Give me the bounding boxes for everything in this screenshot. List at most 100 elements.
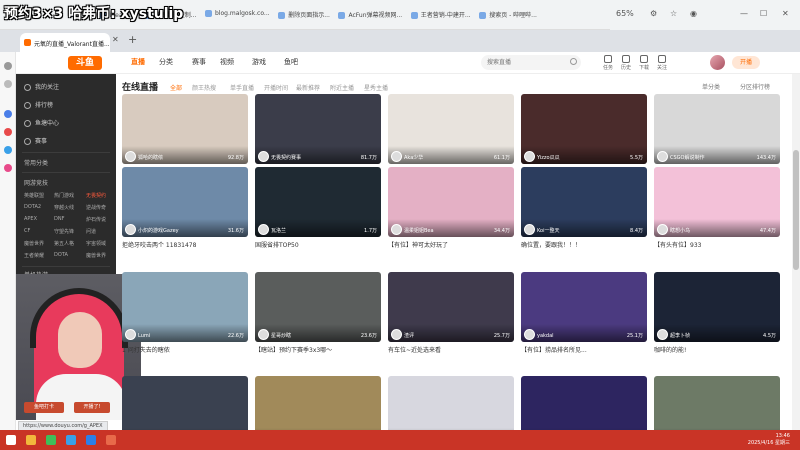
page-scrollbar-thumb[interactable] [793,150,799,270]
streamer-avatar[interactable] [391,151,402,162]
category-link[interactable]: 宇宙领域 [86,240,106,247]
streamer-avatar[interactable] [258,151,269,162]
streamer-avatar[interactable] [524,329,535,340]
category-link[interactable]: 第五人格 [54,240,74,247]
app-icon[interactable] [4,128,12,136]
app-icon[interactable] [4,146,12,154]
bookmark[interactable]: AcFun弹幕视频网... [338,10,402,19]
download-button[interactable]: 下载 [638,55,650,71]
filter-option[interactable]: 颜王热搜 [192,83,216,92]
category-link[interactable]: DOTA [54,252,68,258]
stream-card[interactable]: 狐哈的瞎侬92.8万【有车位】就那一个戳跟的爱绅 [122,94,248,176]
streamer-avatar[interactable] [524,224,535,235]
nav-esports[interactable]: 赛事 [192,57,206,67]
app-icon[interactable] [86,435,96,445]
streamer-avatar[interactable] [657,329,668,340]
streamer-avatar[interactable] [125,329,136,340]
stream-card[interactable]: CSGO解说制作143.4万晚点来没到到 [654,94,780,176]
stream-title[interactable]: 拒绝牙咬击两个 11831478 [122,240,248,249]
stream-title[interactable]: 确位置，要跟我！！！ [521,240,647,249]
extensions-icon[interactable]: ⚙ [650,9,657,18]
category-link[interactable]: 魔兽世界 [86,252,106,259]
nav-yuba[interactable]: 鱼吧 [284,57,298,67]
menu-fishpond[interactable]: 鱼塘中心 [24,118,59,127]
stream-thumbnail[interactable]: 狐哈的瞎侬 92.8万 [122,94,248,164]
search-input[interactable] [481,55,581,70]
stream-title[interactable]: 国服省排TOP50 [255,240,381,249]
category-link[interactable]: APEX [24,216,37,222]
stream-thumbnail[interactable]: 超李卜桢 4.5万 [654,272,780,342]
category-link[interactable]: DOTA2 [24,204,41,210]
category-link[interactable]: 王者荣耀 [24,252,44,259]
bookmark-icon[interactable] [4,80,12,88]
history-button[interactable]: 历史 [620,55,632,71]
streamer-avatar[interactable] [657,224,668,235]
bookmark[interactable]: 删除页面指示... [278,10,330,19]
stream-card[interactable]: Koi一整天 8.4万确位置，要跟我！！！ [521,167,647,249]
category-link[interactable]: 守望先锋 [54,228,74,235]
stream-thumbnail[interactable]: 无畏契约赛事 81.7万 [255,94,381,164]
nav-category[interactable]: 分类 [159,57,173,67]
live-reminder-button[interactable]: 开播了! [74,402,110,413]
stream-title[interactable]: 【瞎站】预约下赛季3x3哪～ [255,345,381,354]
category-link[interactable]: 穿越火线 [54,204,74,211]
stream-title[interactable]: 1 问打失去的瞎侬 [122,345,248,354]
app-icon[interactable] [4,164,12,172]
minimize-icon[interactable]: — [740,9,748,18]
yuba-checkin-button[interactable]: 鱼吧打卡 [24,402,64,413]
streamer-avatar[interactable] [258,329,269,340]
category-link[interactable]: 逆战传奇 [86,204,106,211]
stream-card[interactable]: 超李卜桢 4.5万咖啡的的能! [654,272,780,354]
streamer-avatar[interactable] [657,151,668,162]
stream-card[interactable]: 瓦洛兰 1.7万国服省排TOP50 [255,167,381,249]
avatar[interactable] [710,55,725,70]
category-link[interactable]: 热门游戏 [54,192,74,199]
bookmark[interactable]: 王者营销-中建开... [410,10,471,19]
zoom-level[interactable]: 65% [616,9,634,18]
folder-icon[interactable] [26,435,36,445]
stream-thumbnail[interactable]: 小炽的游戏Gazey 31.6万 [122,167,248,237]
filter-option[interactable]: 单手直播 [230,83,254,92]
stream-card[interactable]: 温柔姐姐Bea 34.4万 【有位】神可太好玩了 [388,167,514,249]
bookmark[interactable]: blog.malgosk.co... [205,10,270,17]
stream-card[interactable]: Aka少华61.1万本赛事的的到 [388,94,514,176]
stream-thumbnail[interactable]: 瓦洛兰 1.7万 [255,167,381,237]
browser-tab[interactable]: 元氧的直播_Valorant直播... [20,33,110,52]
menu-my-follow[interactable]: 我的关注 [24,82,59,91]
category-link[interactable]: 无畏契约 [86,192,106,199]
category-link[interactable]: 问道 [86,228,96,235]
stream-card[interactable]: 渣评 25.7万 有车位~近处选来看 [388,272,514,354]
stream-thumbnail[interactable]: Koi一整天 8.4万 [521,167,647,237]
streamer-avatar[interactable] [258,224,269,235]
stream-card[interactable]: Yizzo瓜瓜5.5万今天打打温馨 [521,94,647,176]
menu-rank[interactable]: 排行榜 [24,100,53,109]
stream-title[interactable]: 【有头有位】933 [654,240,780,249]
profile-icon[interactable]: ◉ [690,9,697,18]
tab-close-icon[interactable]: ✕ [112,35,119,44]
app-icon[interactable] [106,435,116,445]
streamer-avatar[interactable] [125,151,136,162]
filter-all[interactable]: 全部 [170,83,182,92]
category-link[interactable]: 英雄联盟 [24,192,44,199]
category-link[interactable]: 魔兽世界 [24,240,44,247]
browser-icon[interactable] [66,435,76,445]
stream-card[interactable]: 星哥炒瞎 23.6万 【瞎站】预约下赛季3x3哪～ [255,272,381,354]
filter-option[interactable]: 开播时间 [264,83,288,92]
filter-option[interactable]: 星秀主播 [364,83,388,92]
stream-title[interactable]: 咖啡的的能! [654,345,780,354]
stream-thumbnail[interactable]: 渣评 25.7万 [388,272,514,342]
site-logo[interactable]: 斗鱼 [68,56,102,70]
streamer-avatar[interactable] [524,151,535,162]
nav-live[interactable]: 直播 [131,57,145,67]
stream-thumbnail[interactable]: CSGO解说制作 143.4万 [654,94,780,164]
task-button[interactable]: 任务 [602,55,614,71]
stream-title[interactable]: 【有位】捞品排名所见... [521,345,647,354]
stream-card[interactable]: 小炽的游戏Gazey 31.6万拒绝牙咬击两个 11831478 [122,167,248,249]
new-tab-icon[interactable]: + [128,33,137,46]
stream-thumbnail[interactable]: yakdal 25.1万 [521,272,647,342]
category-link[interactable]: DNF [54,216,64,222]
single-category-toggle[interactable]: 单分类 [702,82,720,91]
stream-card[interactable]: yakdal 25.1万【有位】捞品排名所见... [521,272,647,354]
nav-video[interactable]: 视频 [220,57,234,67]
clock[interactable]: 13:46 2025/4/16 星期三 [748,433,790,447]
